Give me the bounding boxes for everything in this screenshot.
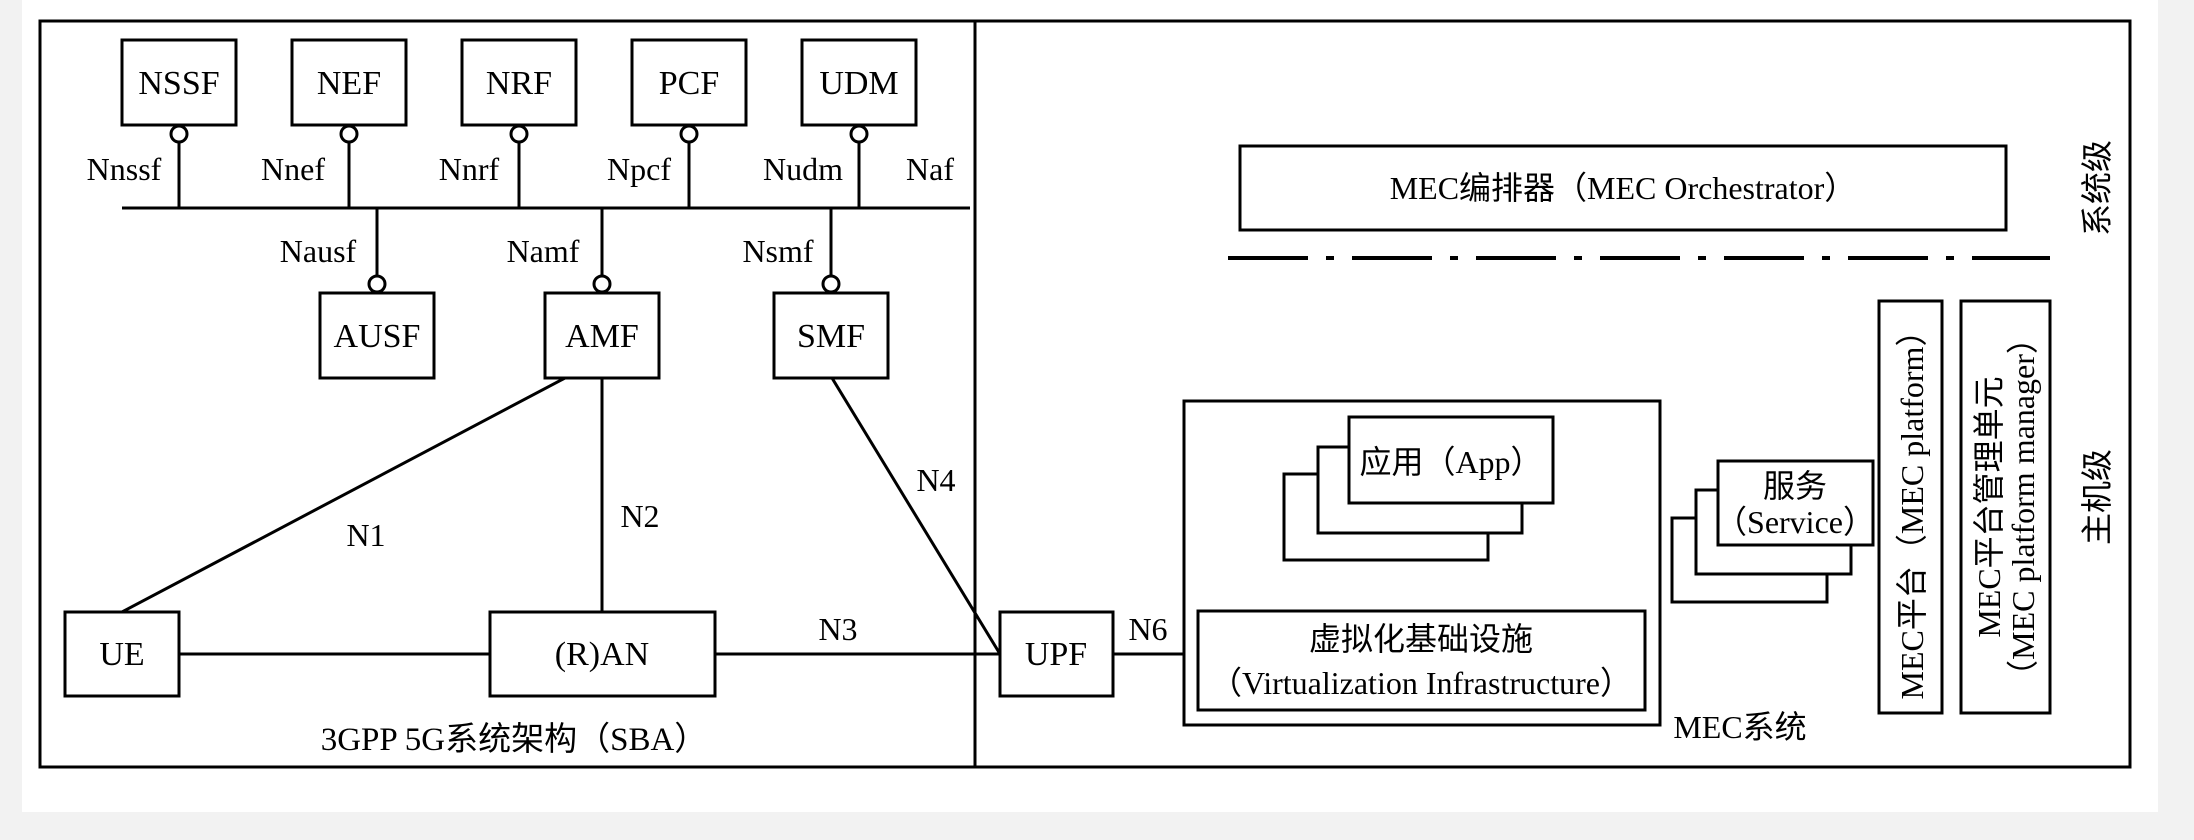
svg-text:AMF: AMF xyxy=(565,318,639,355)
nf-ausf: AUSF xyxy=(318,291,436,380)
svg-text:PCF: PCF xyxy=(659,65,720,102)
nf-nrf: NRF xyxy=(460,38,578,127)
label-namf: Namf xyxy=(507,233,580,269)
svg-text:(R)AN: (R)AN xyxy=(555,636,649,673)
caption-mec-system: MEC系统 xyxy=(1673,709,1806,745)
svg-text:AUSF: AUSF xyxy=(334,318,421,355)
label-n6: N6 xyxy=(1128,611,1167,647)
svg-text:虚拟化基础设施: 虚拟化基础设施 xyxy=(1309,621,1533,657)
svg-text:（Virtualization Infrastructure: （Virtualization Infrastructure） xyxy=(1210,665,1632,701)
node-ue: UE xyxy=(63,610,181,698)
nf-amf: AMF xyxy=(543,291,661,380)
nf-nssf: NSSF xyxy=(120,38,238,127)
caption-system-level: 系统级 xyxy=(2079,140,2115,236)
svg-text:（MEC platform manager）: （MEC platform manager） xyxy=(2005,322,2041,692)
mec-5g-architecture-diagram: NSSF NEF NRF PCF UDM Nnssf Nnef Nnrf Npc… xyxy=(22,0,2158,812)
label-nnef: Nnef xyxy=(261,151,325,187)
svg-text:MEC平台（MEC platform）: MEC平台（MEC platform） xyxy=(1894,315,1930,700)
svg-text:UDM: UDM xyxy=(819,65,898,102)
node-upf: UPF xyxy=(998,610,1115,698)
label-npcf: Npcf xyxy=(607,151,671,187)
svg-text:MEC平台管理单元: MEC平台管理单元 xyxy=(1971,376,2007,637)
nf-udm: UDM xyxy=(800,38,918,127)
nf-pcf: PCF xyxy=(630,38,748,127)
label-nnrf: Nnrf xyxy=(439,151,500,187)
mec-orchestrator: MEC编排器（MEC Orchestrator） xyxy=(1238,144,2008,232)
nf-nef: NEF xyxy=(290,38,408,127)
mec-platform: MEC平台（MEC platform） xyxy=(1877,299,1944,715)
svg-text:服务: 服务 xyxy=(1763,468,1827,504)
label-nnssf: Nnssf xyxy=(87,151,162,187)
svg-text:应用（App）: 应用（App） xyxy=(1359,444,1542,480)
label-naf: Naf xyxy=(906,151,954,187)
label-n3: N3 xyxy=(818,611,857,647)
label-nudm: Nudm xyxy=(763,151,843,187)
svg-text:NSSF: NSSF xyxy=(138,65,219,102)
svg-text:UE: UE xyxy=(99,636,144,673)
caption-host-level: 主机级 xyxy=(2079,449,2115,545)
nf-smf: SMF xyxy=(772,291,890,380)
svg-text:（Service）: （Service） xyxy=(1715,504,1875,540)
svg-text:MEC编排器（MEC Orchestrator）: MEC编排器（MEC Orchestrator） xyxy=(1390,170,1857,206)
caption-sba: 3GPP 5G系统架构（SBA） xyxy=(321,721,708,758)
svg-text:SMF: SMF xyxy=(797,318,865,355)
svg-text:NEF: NEF xyxy=(317,65,381,102)
service-box: 服务 （Service） xyxy=(1715,459,1875,547)
label-nsmf: Nsmf xyxy=(742,233,813,269)
label-n1: N1 xyxy=(346,517,385,553)
label-n2: N2 xyxy=(620,498,659,534)
svg-text:NRF: NRF xyxy=(486,65,552,102)
node-ran: (R)AN xyxy=(488,610,717,698)
mec-platform-manager: MEC平台管理单元 （MEC platform manager） xyxy=(1959,299,2052,715)
label-n4: N4 xyxy=(916,462,955,498)
svg-text:UPF: UPF xyxy=(1025,636,1087,673)
app-box: 应用（App） xyxy=(1347,415,1555,505)
label-nausf: Nausf xyxy=(280,233,357,269)
virtualization-infrastructure: 虚拟化基础设施 （Virtualization Infrastructure） xyxy=(1196,609,1647,712)
